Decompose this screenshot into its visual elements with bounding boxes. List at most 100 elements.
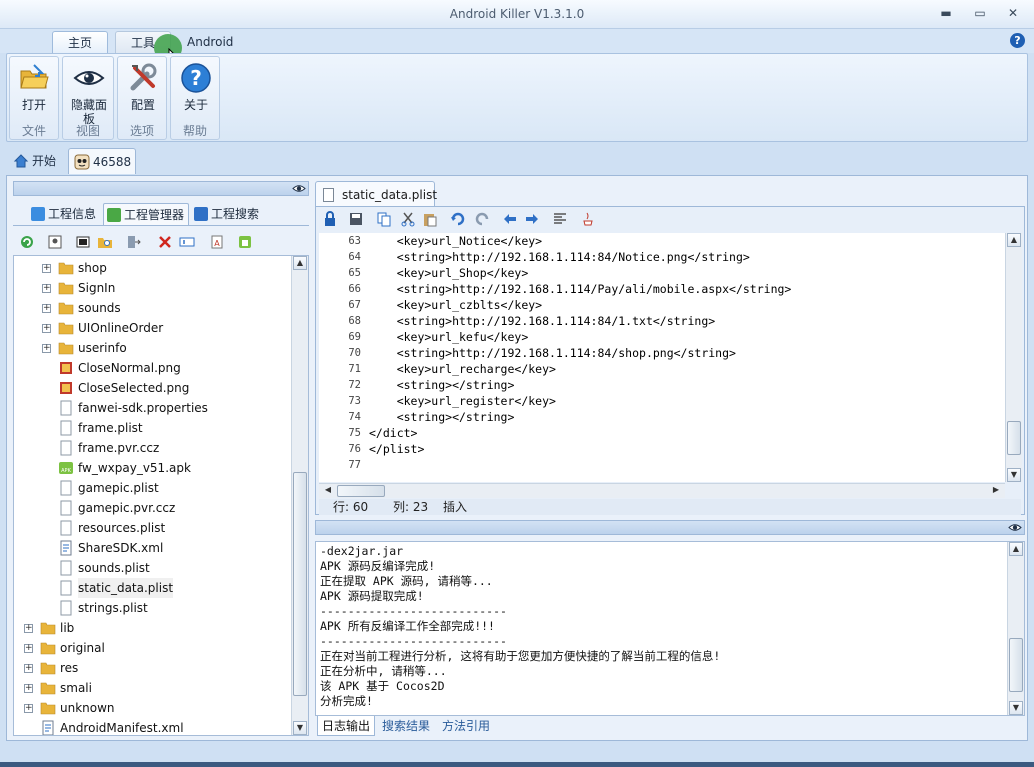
expand-toggle-icon[interactable]: + [24, 664, 33, 673]
back-arrow-icon[interactable] [502, 211, 518, 227]
tree-item[interactable]: APK fw_wxpay_v51.apk [14, 458, 292, 478]
ribbon-tab-home[interactable]: 主页 [52, 31, 108, 53]
redo-icon[interactable] [474, 211, 490, 227]
picture-icon[interactable] [47, 234, 63, 250]
tree-item[interactable]: resources.plist [14, 518, 292, 538]
tree-item[interactable]: fanwei-sdk.properties [14, 398, 292, 418]
tree-item[interactable]: frame.pvr.ccz [14, 438, 292, 458]
tab-method-references[interactable]: 方法引用 [442, 716, 490, 736]
expand-toggle-icon[interactable]: + [42, 284, 51, 293]
log-eye-icon[interactable] [1008, 522, 1022, 533]
scroll-down-arrow[interactable]: ▼ [1007, 468, 1021, 482]
forward-arrow-icon[interactable] [524, 211, 540, 227]
editor-vscroll[interactable]: ▲ ▼ [1005, 233, 1022, 482]
export-icon[interactable] [125, 234, 141, 250]
workspace: 工程信息 工程管理器 工程搜索 A + shop + SignIn + sounds + UI… [6, 175, 1028, 741]
save-icon[interactable] [348, 211, 364, 227]
minimize-button[interactable]: ▬ [936, 5, 956, 21]
code-area[interactable]: 63 <key>url_Notice</key> 64 <string>http:… [319, 233, 1021, 482]
tab-project-search[interactable]: 工程搜索 [191, 203, 263, 225]
tree-item[interactable]: + unknown [14, 698, 292, 718]
log-vscroll[interactable]: ▲ ▼ [1007, 542, 1024, 715]
tab-project-info[interactable]: 工程信息 [28, 203, 100, 225]
tree-item[interactable]: static_data.plist [14, 578, 292, 598]
hide-panel-button[interactable]: 隐藏面板 [65, 59, 113, 126]
tree-item[interactable]: gamepic.plist [14, 478, 292, 498]
tree-scroll-up[interactable]: ▲ [293, 256, 307, 270]
tree-item[interactable]: + SignIn [14, 278, 292, 298]
line-text: <string>http://192.168.1.114:84/1.txt</s… [369, 314, 716, 328]
tree-vscroll[interactable]: ▲ ▼ [291, 256, 308, 735]
tree-item[interactable]: + userinfo [14, 338, 292, 358]
expand-toggle-icon[interactable]: + [42, 264, 51, 273]
tree-item[interactable]: + shop [14, 258, 292, 278]
rename-icon[interactable] [179, 234, 195, 250]
tree-scroll-down[interactable]: ▼ [293, 721, 307, 735]
close-button[interactable]: ✕ [1003, 5, 1023, 21]
help-icon[interactable]: ? [1010, 33, 1025, 48]
maximize-button[interactable]: ▭ [970, 5, 990, 21]
open-button[interactable]: 打开 [10, 59, 58, 125]
expand-toggle-icon[interactable]: + [24, 644, 33, 653]
android-icon[interactable] [237, 234, 253, 250]
expand-toggle-icon[interactable]: + [24, 684, 33, 693]
tree-item[interactable]: frame.plist [14, 418, 292, 438]
tree-item[interactable]: CloseNormal.png [14, 358, 292, 378]
refresh-icon[interactable] [19, 234, 35, 250]
paste-icon[interactable] [422, 211, 438, 227]
log-scroll-up[interactable]: ▲ [1009, 542, 1023, 556]
editor-status-bar: 行: 60 列: 23 插入 [319, 499, 1021, 515]
expand-toggle-icon[interactable]: + [42, 324, 51, 333]
log-output[interactable]: ▲ ▼ -dex2jar.jar APK 源码反编译完成! 正在提取 APK 源码,… [315, 541, 1025, 716]
ribbon-tab-android[interactable]: Android [175, 31, 245, 53]
tree-scroll-thumb[interactable] [293, 472, 307, 696]
hscroll-thumb[interactable] [337, 485, 385, 497]
editor-tab[interactable]: static_data.plist [315, 181, 437, 207]
undo-icon[interactable] [450, 211, 466, 227]
tree-item[interactable]: + res [14, 658, 292, 678]
about-button[interactable]: ? 关于 [172, 59, 220, 125]
cut-icon[interactable] [400, 211, 416, 227]
scroll-thumb[interactable] [1007, 421, 1021, 455]
expand-toggle-icon[interactable]: + [24, 704, 33, 713]
text-file-icon[interactable]: A [209, 234, 225, 250]
tree-item[interactable]: + UIOnlineOrder [14, 318, 292, 338]
tree-item[interactable]: AndroidManifest.xml [14, 718, 292, 735]
tree-item[interactable]: + smali [14, 678, 292, 698]
scroll-left-arrow[interactable]: ◀ [321, 484, 335, 498]
doc-tab-project[interactable]: 46588 [68, 148, 136, 174]
editor-hscroll[interactable]: ◀ ▶ [319, 483, 1005, 498]
folder-search-icon[interactable] [97, 234, 113, 250]
tree-item[interactable]: CloseSelected.png [14, 378, 292, 398]
tree-item[interactable]: + lib [14, 618, 292, 638]
lock-icon[interactable] [322, 211, 338, 227]
tab-search-results[interactable]: 搜索结果 [382, 716, 430, 736]
tree-item[interactable]: sounds.plist [14, 558, 292, 578]
tree-item[interactable]: + original [14, 638, 292, 658]
panel-eye-icon[interactable] [292, 183, 306, 194]
editor-body: 63 <key>url_Notice</key> 64 <string>http:… [315, 206, 1025, 515]
java-icon[interactable] [580, 211, 596, 227]
tree-item[interactable]: ShareSDK.xml [14, 538, 292, 558]
line-number: 76 [348, 443, 361, 455]
expand-toggle-icon[interactable]: + [42, 344, 51, 353]
copy-icon[interactable] [376, 211, 392, 227]
tab-project-manager[interactable]: 工程管理器 [103, 203, 190, 225]
expand-toggle-icon[interactable]: + [24, 624, 33, 633]
tree-item[interactable]: strings.plist [14, 598, 292, 618]
doc-tab-start-label: 开始 [32, 154, 57, 168]
delete-icon[interactable] [157, 234, 173, 250]
expand-toggle-icon[interactable]: + [42, 304, 51, 313]
line-text: <key>url_Shop</key> [369, 266, 529, 280]
tab-log-output[interactable]: 日志输出 [317, 716, 376, 736]
tree-item[interactable]: gamepic.pvr.ccz [14, 498, 292, 518]
doc-tab-start[interactable]: 开始 [8, 148, 64, 174]
tree-item[interactable]: + sounds [14, 298, 292, 318]
scroll-right-arrow[interactable]: ▶ [989, 484, 1003, 498]
log-scroll-down[interactable]: ▼ [1009, 701, 1023, 715]
window-icon[interactable] [75, 234, 91, 250]
config-button[interactable]: 配置 [119, 59, 167, 125]
format-icon[interactable] [552, 211, 568, 227]
scroll-up-arrow[interactable]: ▲ [1007, 233, 1021, 247]
log-scroll-thumb[interactable] [1009, 638, 1023, 692]
